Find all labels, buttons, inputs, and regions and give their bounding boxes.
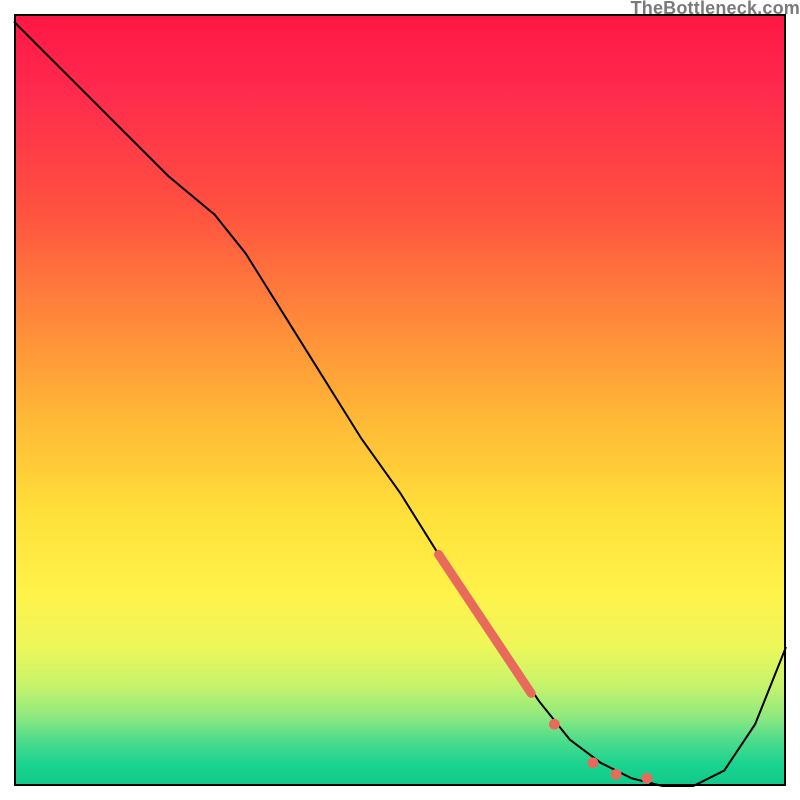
plot-area — [14, 14, 786, 786]
highlight-segment — [439, 554, 532, 693]
marker-dot-b — [588, 757, 599, 768]
curve-layer — [14, 14, 786, 786]
bottleneck-curve — [14, 22, 786, 786]
marker-dot-d — [642, 773, 653, 784]
marker-dot-a — [549, 719, 560, 730]
chart-stage: TheBottleneck.com — [0, 0, 800, 800]
marker-dot-c — [611, 769, 622, 780]
